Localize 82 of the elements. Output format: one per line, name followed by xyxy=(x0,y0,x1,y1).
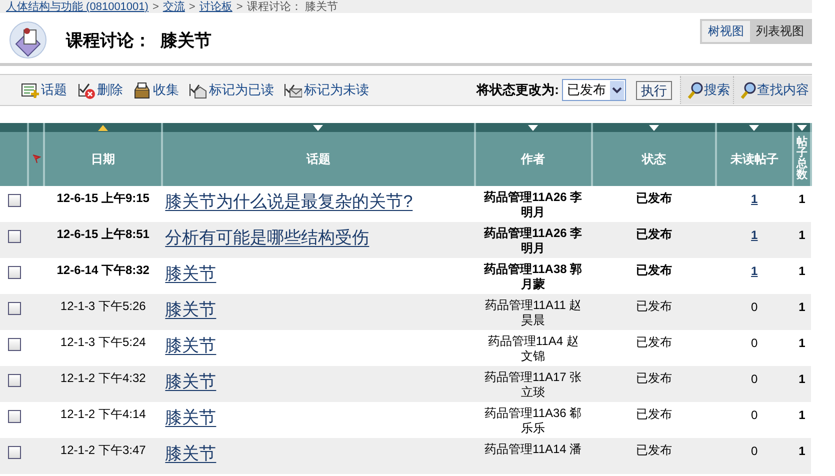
date-text: 12-1-2 下午3:47 xyxy=(60,443,146,457)
date-text: 12-6-15 上午9:15 xyxy=(56,191,150,205)
unread-count: 0 xyxy=(751,336,758,350)
box-icon xyxy=(133,82,151,98)
flag-icon xyxy=(32,154,41,163)
unread-count-link[interactable]: 1 xyxy=(751,264,758,278)
status-text: 已发布 xyxy=(636,227,672,241)
author-name: 药品管理11A26 李明月 xyxy=(483,190,584,220)
status-text: 已发布 xyxy=(636,263,672,277)
unread-count: 0 xyxy=(751,300,758,314)
toolbar-button[interactable]: 标记为未读 xyxy=(279,81,374,99)
author-name: 药品管理11A14 潘 xyxy=(484,442,583,457)
author-name: 药品管理11A38 郭月蒙 xyxy=(483,262,584,292)
envelope-icon xyxy=(284,82,302,98)
breadcrumb-link[interactable]: 讨论板 xyxy=(199,0,232,13)
date-text: 12-1-3 下午5:24 xyxy=(60,335,146,349)
discussion-board-icon xyxy=(8,20,48,60)
post-count: 1 xyxy=(798,372,806,386)
view-tab[interactable]: 树视图 xyxy=(702,21,750,42)
author-name: 药品管理11A26 李明月 xyxy=(483,226,584,256)
breadcrumb-link[interactable]: 人体结构与功能 (081001001) xyxy=(6,0,148,13)
post-count: 1 xyxy=(798,444,806,458)
checkbox[interactable] xyxy=(8,302,21,315)
page-title: 课程讨论： 膝关节 xyxy=(66,30,212,52)
date-text: 12-1-3 下午5:26 xyxy=(60,299,146,313)
status-text: 已发布 xyxy=(636,335,672,349)
toolbar-button[interactable]: 标记为已读 xyxy=(184,81,279,99)
topic-link[interactable]: 膝关节 xyxy=(165,300,216,319)
topic-link[interactable]: 膝关节 xyxy=(165,264,216,283)
author-name: 药品管理11A4 赵文锦 xyxy=(486,334,580,364)
search-icon xyxy=(687,81,704,99)
search-button[interactable]: 搜索 xyxy=(680,76,733,104)
checkbox[interactable] xyxy=(8,230,21,243)
status-label: 将状态更改为: xyxy=(476,81,559,99)
unread-count-link[interactable]: 1 xyxy=(751,228,758,242)
status-text: 已发布 xyxy=(636,407,672,421)
add-page-icon xyxy=(21,82,39,98)
post-count: 1 xyxy=(798,408,806,422)
status-text: 已发布 xyxy=(636,191,672,205)
toolbar-button[interactable]: 收集 xyxy=(128,81,184,99)
topic-link[interactable]: 膝关节 xyxy=(165,408,216,427)
date-text: 12-1-2 下午4:14 xyxy=(60,407,146,421)
author-name: 药品管理11A36 郗乐乐 xyxy=(484,406,583,436)
status-text: 已发布 xyxy=(636,299,672,313)
topic-link[interactable]: 膝关节为什么说是最复杂的关节? xyxy=(165,192,413,211)
checkbox[interactable] xyxy=(8,194,21,207)
topic-link[interactable]: 膝关节 xyxy=(165,444,216,463)
unread-count: 0 xyxy=(751,408,758,422)
execute-button[interactable]: 执行 xyxy=(636,80,672,100)
date-text: 12-6-14 下午8:32 xyxy=(56,263,150,277)
checkbox[interactable] xyxy=(8,374,21,387)
unread-count-link[interactable]: 1 xyxy=(751,192,758,206)
toolbar-button[interactable]: 删除 xyxy=(72,81,128,99)
author-name: 药品管理11A17 张立琰 xyxy=(484,370,583,400)
checkbox[interactable] xyxy=(8,446,21,459)
post-count: 1 xyxy=(798,264,806,278)
search-icon xyxy=(740,81,757,99)
date-text: 12-1-2 下午4:32 xyxy=(60,371,146,385)
status-text: 已发布 xyxy=(636,443,672,457)
toolbar-button[interactable]: 话题 xyxy=(16,81,72,99)
checkbox[interactable] xyxy=(8,410,21,423)
author-name: 药品管理11A11 赵昊晨 xyxy=(484,298,582,328)
breadcrumb-link[interactable]: 交流 xyxy=(162,0,185,13)
breadcrumb-separator: > xyxy=(152,0,159,12)
topic-link[interactable]: 膝关节 xyxy=(165,372,216,391)
post-count: 1 xyxy=(798,192,806,206)
topic-link[interactable]: 膝关节 xyxy=(165,336,216,355)
delete-icon xyxy=(77,82,95,98)
checkbox[interactable] xyxy=(8,338,21,351)
status-dropdown[interactable]: 已发布 xyxy=(562,79,626,101)
post-count: 1 xyxy=(798,228,806,242)
breadcrumb-current: 课程讨论： 膝关节 xyxy=(246,0,338,13)
checkbox[interactable] xyxy=(8,266,21,279)
unread-count: 0 xyxy=(751,444,758,458)
find-content-button[interactable]: 查找内容 xyxy=(733,76,812,104)
post-count: 1 xyxy=(798,336,806,350)
breadcrumb-separator: > xyxy=(236,0,243,12)
date-text: 12-6-15 上午8:51 xyxy=(56,227,150,241)
status-text: 已发布 xyxy=(636,371,672,385)
unread-count: 0 xyxy=(751,372,758,386)
post-count: 1 xyxy=(798,300,806,314)
breadcrumb-separator: > xyxy=(188,0,196,12)
